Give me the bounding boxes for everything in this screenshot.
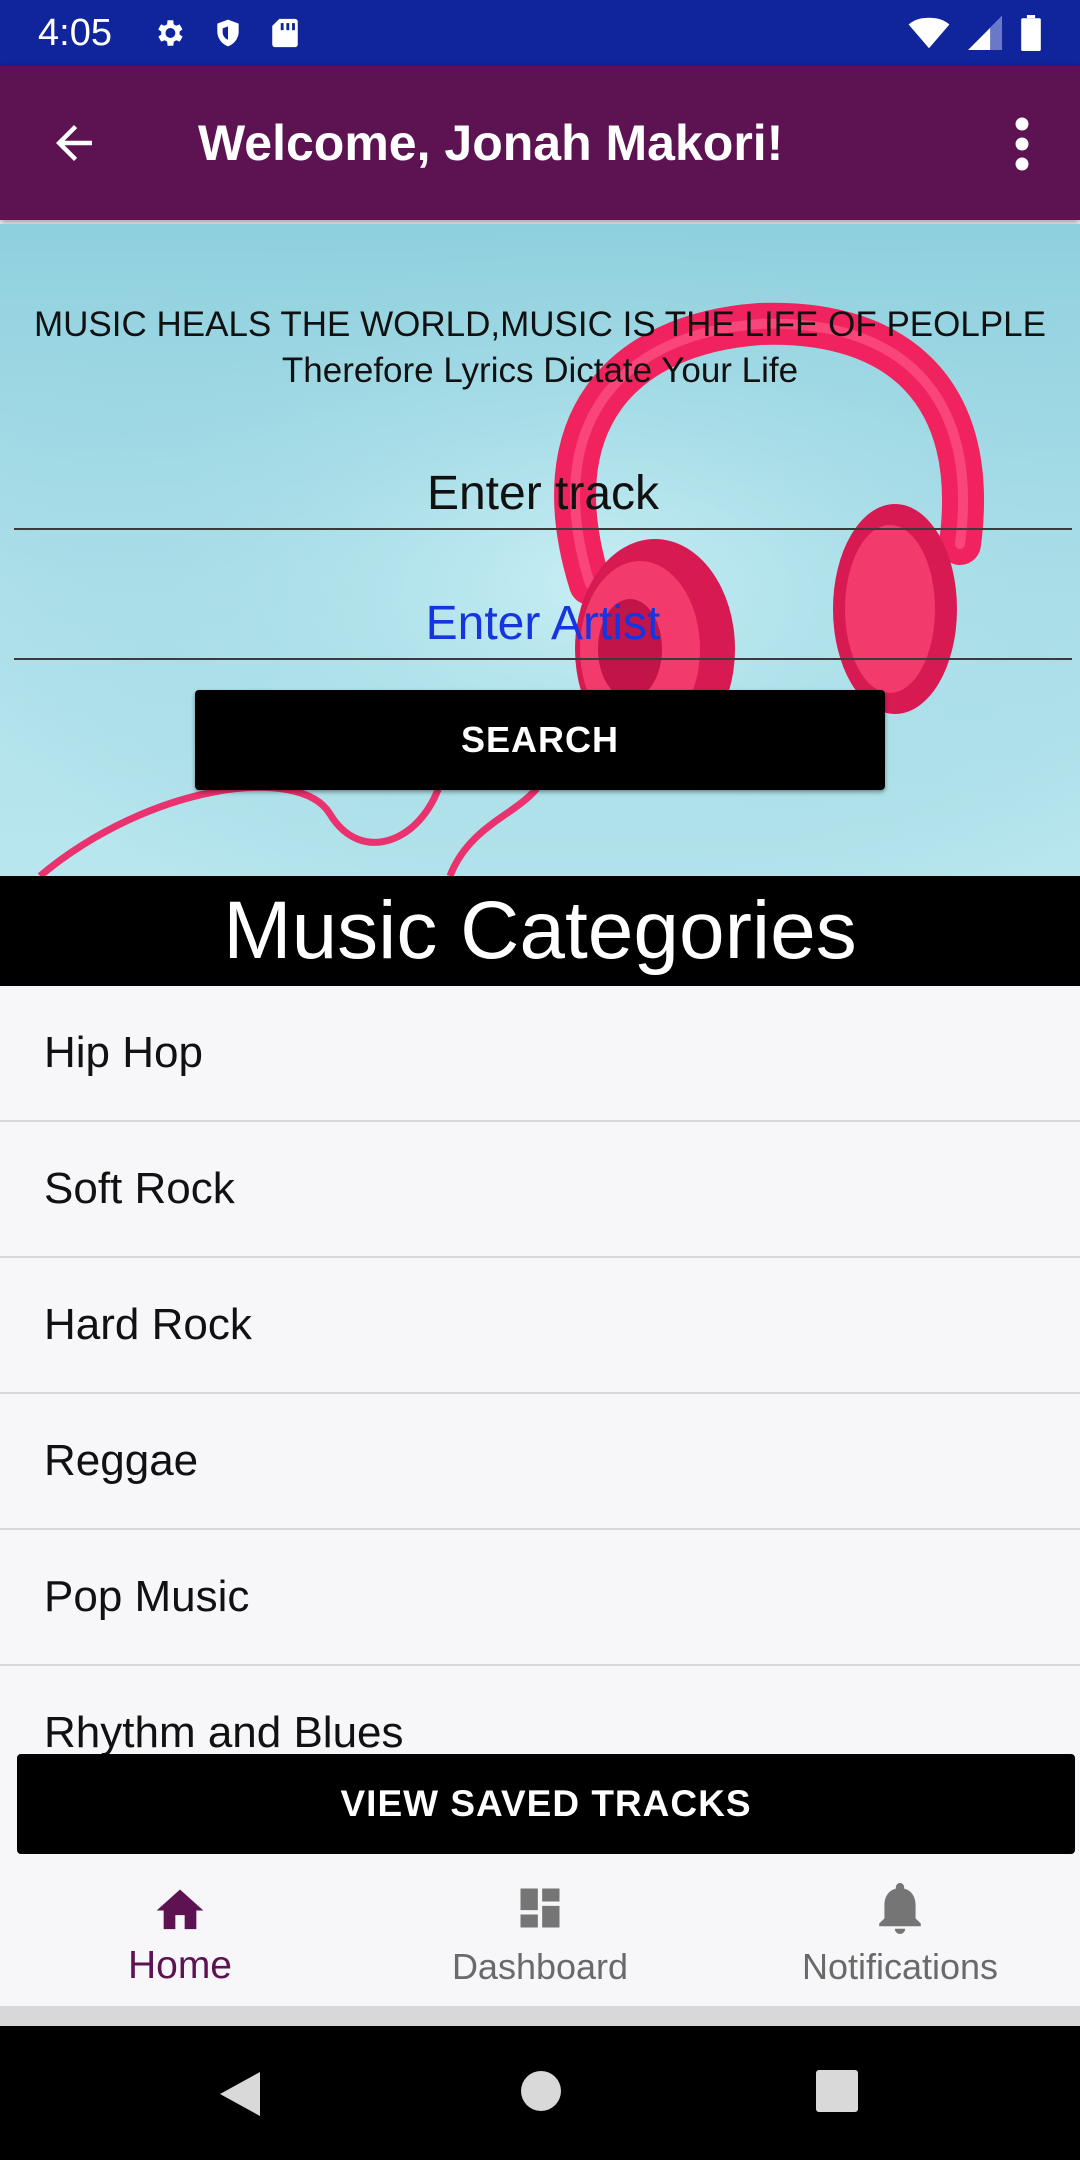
recents-square-icon[interactable] — [816, 2070, 858, 2112]
sd-card-icon — [272, 18, 298, 48]
bottom-navigation: Home Dashboard Notifications — [0, 1854, 1080, 2006]
hero-banner: MUSIC HEALS THE WORLD,MUSIC IS THE LIFE … — [0, 224, 1080, 876]
back-arrow-icon[interactable] — [44, 116, 104, 170]
home-circle-icon[interactable] — [520, 2070, 562, 2112]
search-button[interactable]: SEARCH — [195, 690, 885, 790]
slogan-line-2: Therefore Lyrics Dictate Your Life — [281, 351, 799, 390]
category-list: Hip Hop Soft Rock Hard Rock Reggae Pop M… — [0, 986, 1080, 1756]
nav-item-dashboard[interactable]: Dashboard — [360, 1854, 720, 2006]
nav-item-home[interactable]: Home — [0, 1854, 360, 2006]
list-item[interactable]: Rhythm and Blues — [0, 1666, 1080, 1756]
list-item[interactable]: Pop Music — [0, 1530, 1080, 1666]
nav-label-notifications: Notifications — [801, 1946, 999, 1987]
categories-header: Music Categories — [0, 876, 1080, 986]
back-triangle-icon[interactable] — [218, 2070, 262, 2118]
status-icons-left — [152, 16, 300, 50]
slogan: MUSIC HEALS THE WORLD,MUSIC IS THE LIFE … — [0, 302, 1080, 394]
signal-icon — [968, 16, 1002, 50]
list-item[interactable]: Soft Rock — [0, 1122, 1080, 1258]
wifi-icon — [908, 17, 950, 49]
nav-label-home: Home — [127, 1944, 233, 1987]
nav-item-notifications[interactable]: Notifications — [720, 1854, 1080, 2006]
status-icons-right — [908, 0, 1042, 66]
status-time: 4:05 — [38, 11, 112, 54]
battery-icon — [1021, 15, 1041, 51]
shield-icon — [217, 19, 239, 47]
page-title: Welcome, Jonah Makori! — [198, 115, 784, 171]
list-item[interactable]: Hard Rock — [0, 1258, 1080, 1394]
app-bar: Welcome, Jonah Makori! — [0, 66, 1080, 220]
gear-icon — [158, 20, 183, 46]
list-item[interactable]: Hip Hop — [0, 986, 1080, 1122]
bell-icon — [879, 1883, 921, 1934]
view-saved-tracks-button[interactable]: VIEW SAVED TRACKS — [17, 1754, 1075, 1854]
status-bar: 4:05 — [0, 0, 1080, 66]
artist-input[interactable] — [14, 588, 1072, 660]
dashboard-icon — [520, 1888, 560, 1928]
nav-divider — [0, 2006, 1080, 2026]
slogan-line-1: MUSIC HEALS THE WORLD,MUSIC IS THE LIFE … — [34, 305, 1046, 344]
track-input[interactable] — [14, 458, 1072, 530]
nav-label-dashboard: Dashboard — [451, 1946, 629, 1987]
more-vert-icon[interactable] — [1002, 114, 1042, 174]
system-navigation-bar — [0, 2026, 1080, 2160]
list-item[interactable]: Reggae — [0, 1394, 1080, 1530]
home-icon — [156, 1889, 204, 1930]
